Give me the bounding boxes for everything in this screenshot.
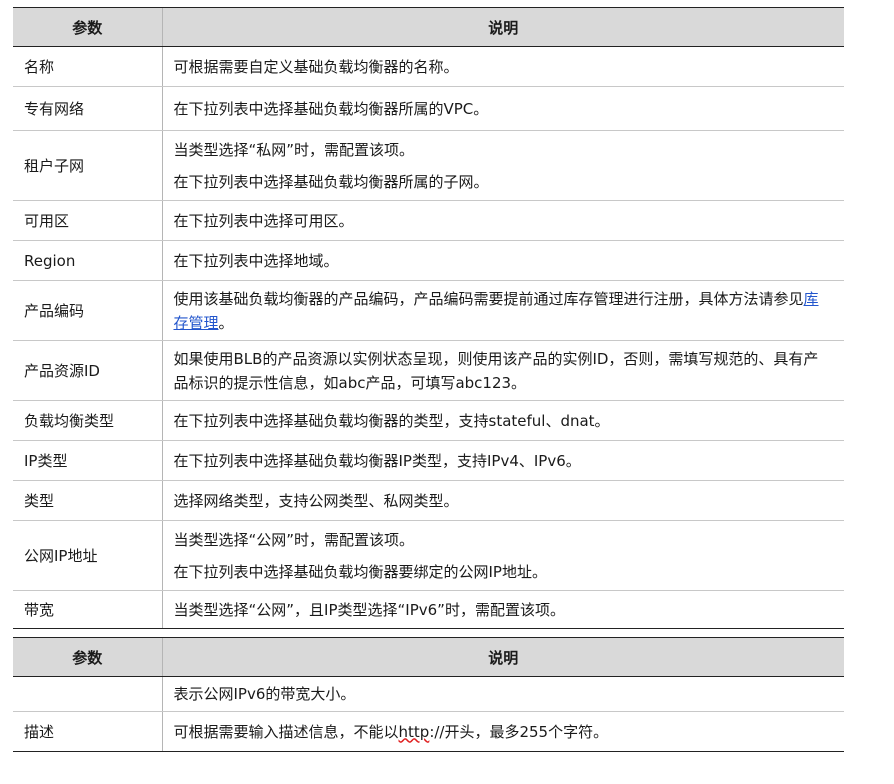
desc-cell: 当类型选择“公网”时，需配置该项。 在下拉列表中选择基础负载均衡器要绑定的公网I…: [161, 520, 844, 591]
param-cell: Region: [13, 240, 162, 281]
param-cell: 产品编码: [13, 280, 162, 341]
desc-cell: 在下拉列表中选择基础负载均衡器的类型，支持stateful、dnat。: [161, 400, 844, 441]
table-header-row: 参数 说明: [13, 7, 844, 47]
desc-text: 。: [218, 313, 234, 332]
param-cell: 公网IP地址: [13, 520, 162, 591]
table-row: 类型 选择网络类型，支持公网类型、私网类型。: [13, 480, 844, 521]
table-row: 公网IP地址 当类型选择“公网”时，需配置该项。 在下拉列表中选择基础负载均衡器…: [13, 520, 844, 591]
desc-line: 在下拉列表中选择地域。: [173, 251, 339, 270]
param-cell: 可用区: [13, 200, 162, 241]
desc-line: 当类型选择“公网”时，需配置该项。: [173, 530, 415, 549]
desc-cell: 使用该基础负载均衡器的产品编码，产品编码需要提前通过库存管理进行注册，具体方法请…: [161, 280, 844, 341]
table-header-row: 参数 说明: [13, 637, 844, 677]
desc-cell: 在下拉列表中选择基础负载均衡器IP类型，支持IPv4、IPv6。: [161, 440, 844, 481]
table-row: 表示公网IPv6的带宽大小。: [13, 676, 844, 712]
parameter-table: 参数 说明 名称 可根据需要自定义基础负载均衡器的名称。 专有网络 在下拉列表中…: [13, 7, 844, 629]
table-row: 产品编码 使用该基础负载均衡器的产品编码，产品编码需要提前通过库存管理进行注册，…: [13, 280, 844, 341]
table-row: 专有网络 在下拉列表中选择基础负载均衡器所属的VPC。: [13, 86, 844, 131]
desc-line: 在下拉列表中选择可用区。: [173, 211, 354, 230]
desc-line: 当类型选择“公网”，且IP类型选择“IPv6”时，需配置该项。: [173, 600, 565, 619]
param-cell: IP类型: [13, 440, 162, 481]
desc-cell: 在下拉列表中选择地域。: [161, 240, 844, 281]
desc-line: 当类型选择“私网”时，需配置该项。: [173, 140, 415, 159]
table-row: Region 在下拉列表中选择地域。: [13, 240, 844, 281]
desc-line: 可根据需要自定义基础负载均衡器的名称。: [173, 57, 459, 76]
desc-cell: 选择网络类型，支持公网类型、私网类型。: [161, 480, 844, 521]
desc-line: 在下拉列表中选择基础负载均衡器要绑定的公网IP地址。: [173, 562, 547, 581]
desc-cell: 在下拉列表中选择基础负载均衡器所属的VPC。: [161, 86, 844, 131]
param-cell: 名称: [13, 46, 162, 87]
param-cell: 产品资源ID: [13, 340, 162, 401]
table-row: IP类型 在下拉列表中选择基础负载均衡器IP类型，支持IPv4、IPv6。: [13, 440, 844, 481]
desc-cell: 当类型选择“私网”时，需配置该项。 在下拉列表中选择基础负载均衡器所属的子网。: [161, 130, 844, 201]
table-row: 带宽 当类型选择“公网”，且IP类型选择“IPv6”时，需配置该项。: [13, 590, 844, 629]
table-row: 负载均衡类型 在下拉列表中选择基础负载均衡器的类型，支持stateful、dna…: [13, 400, 844, 441]
header-desc: 说明: [161, 637, 844, 677]
param-cell: 类型: [13, 480, 162, 521]
desc-line: 选择网络类型，支持公网类型、私网类型。: [173, 491, 459, 510]
table-row: 描述 可根据需要输入描述信息，不能以http://开头，最多255个字符。: [13, 711, 844, 752]
desc-text: 可根据需要输入描述信息，不能以: [173, 722, 399, 741]
spellcheck-underlined-word: http: [398, 722, 430, 741]
header-param: 参数: [13, 637, 162, 677]
table-row: 产品资源ID 如果使用BLB的产品资源以实例状态呈现，则使用该产品的实例ID，否…: [13, 340, 844, 401]
desc-line: 如果使用BLB的产品资源以实例状态呈现，则使用该产品的实例ID，否则，需填写规范…: [173, 349, 819, 392]
param-cell: [13, 676, 162, 712]
desc-cell: 如果使用BLB的产品资源以实例状态呈现，则使用该产品的实例ID，否则，需填写规范…: [161, 340, 844, 401]
param-cell: 租户子网: [13, 130, 162, 201]
desc-cell: 可根据需要自定义基础负载均衡器的名称。: [161, 46, 844, 87]
header-desc: 说明: [161, 7, 844, 47]
param-cell: 带宽: [13, 590, 162, 629]
desc-cell: 可根据需要输入描述信息，不能以http://开头，最多255个字符。: [161, 711, 844, 752]
desc-text: ://开头，最多255个字符。: [429, 722, 609, 741]
desc-line: 在下拉列表中选择基础负载均衡器所属的子网。: [173, 172, 489, 191]
table-row: 租户子网 当类型选择“私网”时，需配置该项。 在下拉列表中选择基础负载均衡器所属…: [13, 130, 844, 201]
desc-line: 表示公网IPv6的带宽大小。: [173, 685, 356, 703]
table-row: 可用区 在下拉列表中选择可用区。: [13, 200, 844, 241]
param-cell: 专有网络: [13, 86, 162, 131]
desc-cell: 在下拉列表中选择可用区。: [161, 200, 844, 241]
desc-cell: 表示公网IPv6的带宽大小。: [161, 676, 844, 712]
desc-line: 在下拉列表中选择基础负载均衡器IP类型，支持IPv4、IPv6。: [173, 451, 581, 470]
desc-line: 在下拉列表中选择基础负载均衡器所属的VPC。: [173, 99, 489, 118]
param-cell: 负载均衡类型: [13, 400, 162, 441]
parameter-table-continued: 参数 说明 表示公网IPv6的带宽大小。 描述 可根据需要输入描述信息，不能以h…: [13, 637, 844, 752]
desc-text: 使用该基础负载均衡器的产品编码，产品编码需要提前通过库存管理进行注册，具体方法请…: [173, 289, 804, 308]
desc-cell: 当类型选择“公网”，且IP类型选择“IPv6”时，需配置该项。: [161, 590, 844, 629]
table-row: 名称 可根据需要自定义基础负载均衡器的名称。: [13, 46, 844, 87]
header-param: 参数: [13, 7, 162, 47]
desc-line: 在下拉列表中选择基础负载均衡器的类型，支持stateful、dnat。: [173, 411, 610, 430]
param-cell: 描述: [13, 711, 162, 752]
